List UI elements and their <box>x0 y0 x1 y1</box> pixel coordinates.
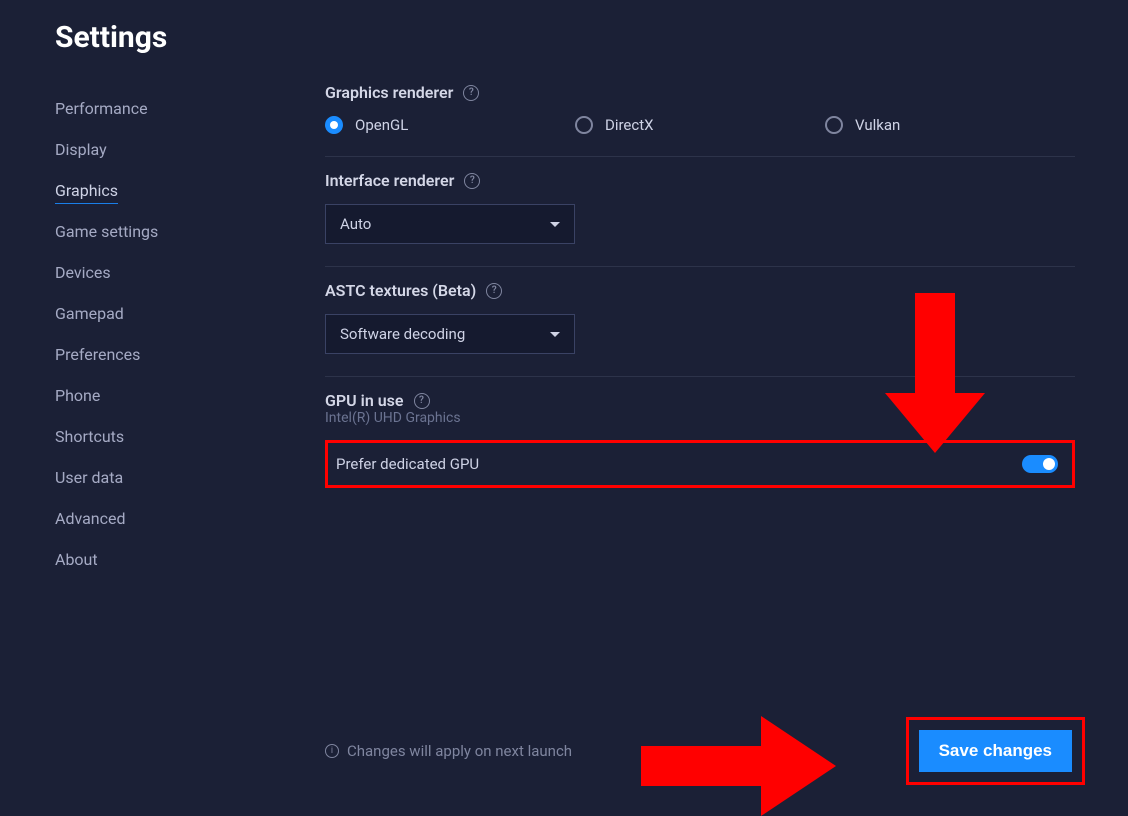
help-icon[interactable]: ? <box>463 85 479 101</box>
sidebar-item-preferences[interactable]: Preferences <box>55 337 325 372</box>
help-icon[interactable]: ? <box>486 283 502 299</box>
radio-icon <box>825 116 843 134</box>
radio-vulkan[interactable]: Vulkan <box>825 116 1075 134</box>
toggle-knob-icon <box>1043 458 1055 470</box>
main-panel: Graphics renderer ? OpenGL DirectX <box>325 83 1085 815</box>
chevron-down-icon <box>550 222 560 227</box>
radio-icon <box>325 116 343 134</box>
sidebar-item-game-settings[interactable]: Game settings <box>55 214 325 249</box>
astc-select[interactable]: Software decoding <box>325 314 575 354</box>
select-value: Auto <box>340 215 371 233</box>
info-icon: i <box>325 744 339 758</box>
annotation-arrow-right-icon <box>641 716 841 816</box>
radio-icon <box>575 116 593 134</box>
sidebar-item-phone[interactable]: Phone <box>55 378 325 413</box>
footer-note-text: Changes will apply on next launch <box>347 742 572 760</box>
prefer-dedicated-gpu-toggle[interactable] <box>1022 455 1058 473</box>
help-icon[interactable]: ? <box>414 393 430 409</box>
astc-title: ASTC textures (Beta) <box>325 281 476 300</box>
settings-sidebar: Performance Display Graphics Game settin… <box>55 83 325 815</box>
radio-label: DirectX <box>605 116 654 134</box>
radio-directx[interactable]: DirectX <box>575 116 825 134</box>
graphics-renderer-title: Graphics renderer <box>325 83 453 102</box>
sidebar-item-display[interactable]: Display <box>55 132 325 167</box>
chevron-down-icon <box>550 332 560 337</box>
page-title: Settings <box>55 20 1073 55</box>
interface-renderer-select[interactable]: Auto <box>325 204 575 244</box>
section-interface-renderer: Interface renderer ? Auto <box>325 157 1075 267</box>
select-value: Software decoding <box>340 325 465 343</box>
sidebar-item-user-data[interactable]: User data <box>55 460 325 495</box>
help-icon[interactable]: ? <box>464 173 480 189</box>
sidebar-item-gamepad[interactable]: Gamepad <box>55 296 325 331</box>
prefer-dedicated-gpu-label: Prefer dedicated GPU <box>336 455 479 473</box>
sidebar-item-performance[interactable]: Performance <box>55 91 325 126</box>
radio-opengl[interactable]: OpenGL <box>325 116 575 134</box>
radio-label: Vulkan <box>855 116 900 134</box>
sidebar-item-shortcuts[interactable]: Shortcuts <box>55 419 325 454</box>
save-changes-button[interactable]: Save changes <box>919 730 1072 772</box>
sidebar-item-about[interactable]: About <box>55 542 325 577</box>
sidebar-item-graphics[interactable]: Graphics <box>55 173 325 208</box>
section-graphics-renderer: Graphics renderer ? OpenGL DirectX <box>325 83 1075 157</box>
annotation-arrow-down-icon <box>885 293 985 463</box>
sidebar-item-devices[interactable]: Devices <box>55 255 325 290</box>
sidebar-item-advanced[interactable]: Advanced <box>55 501 325 536</box>
interface-renderer-title: Interface renderer <box>325 171 454 190</box>
save-button-highlight: Save changes <box>906 717 1085 785</box>
gpu-title: GPU in use <box>325 391 404 410</box>
radio-label: OpenGL <box>355 116 408 134</box>
